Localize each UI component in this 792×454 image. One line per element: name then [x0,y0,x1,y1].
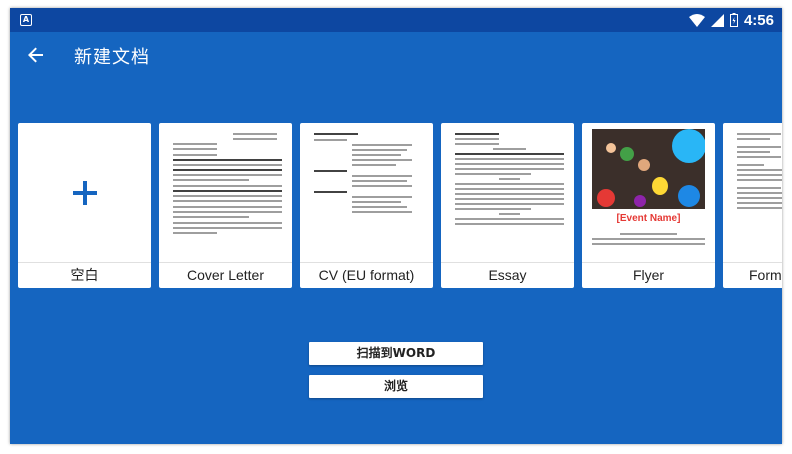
document-preview [314,133,423,256]
cell-signal-icon [710,13,724,27]
scan-to-word-button[interactable]: 扫描到WORD [309,342,483,365]
template-thumbnail: [Event Name] [582,123,715,263]
template-thumbnail [18,123,151,263]
app-bar: 新建文档 [10,32,782,78]
document-preview [173,133,282,256]
template-card-cv[interactable]: CV (EU format) [300,123,433,288]
plus-icon [72,181,97,205]
template-label: Essay [488,267,527,283]
page-title: 新建文档 [74,47,150,68]
status-indicators: 4:56 [688,8,774,32]
clock: 4:56 [743,11,774,29]
back-button[interactable] [22,41,50,69]
template-label: CV (EU format) [318,267,415,283]
document-preview [455,133,564,256]
template-carousel[interactable]: 空白 Cover Letter CV (EU format) Essay [Ev… [10,123,782,288]
status-bar: A 4:56 [10,8,782,32]
template-card-blank[interactable]: 空白 [18,123,151,288]
flyer-photo [592,129,705,209]
app-notification-icon: A [20,14,32,26]
arrow-left-icon [28,47,43,63]
app-window: A 4:56 新建文档 空白 Cover Letter CV (EU forma… [10,8,782,444]
template-thumbnail [723,123,782,263]
template-label: Flyer [632,267,665,283]
template-label: 空白 [70,267,99,283]
flyer-event-name: [Event Name] [616,213,681,224]
template-card-cover-letter[interactable]: Cover Letter [159,123,292,288]
template-thumbnail [159,123,292,263]
template-card-flyer[interactable]: [Event Name] Flyer [582,123,715,288]
wifi-icon [688,13,705,27]
template-label: Cover Letter [186,267,265,283]
browse-button[interactable]: 浏览 [309,375,483,398]
battery-charging-icon [729,13,738,27]
template-label: Format [749,267,782,283]
template-card-format[interactable]: Format [723,123,782,288]
document-preview [592,233,705,256]
document-preview [737,133,782,256]
template-thumbnail [441,123,574,263]
template-card-essay[interactable]: Essay [441,123,574,288]
template-thumbnail [300,123,433,263]
